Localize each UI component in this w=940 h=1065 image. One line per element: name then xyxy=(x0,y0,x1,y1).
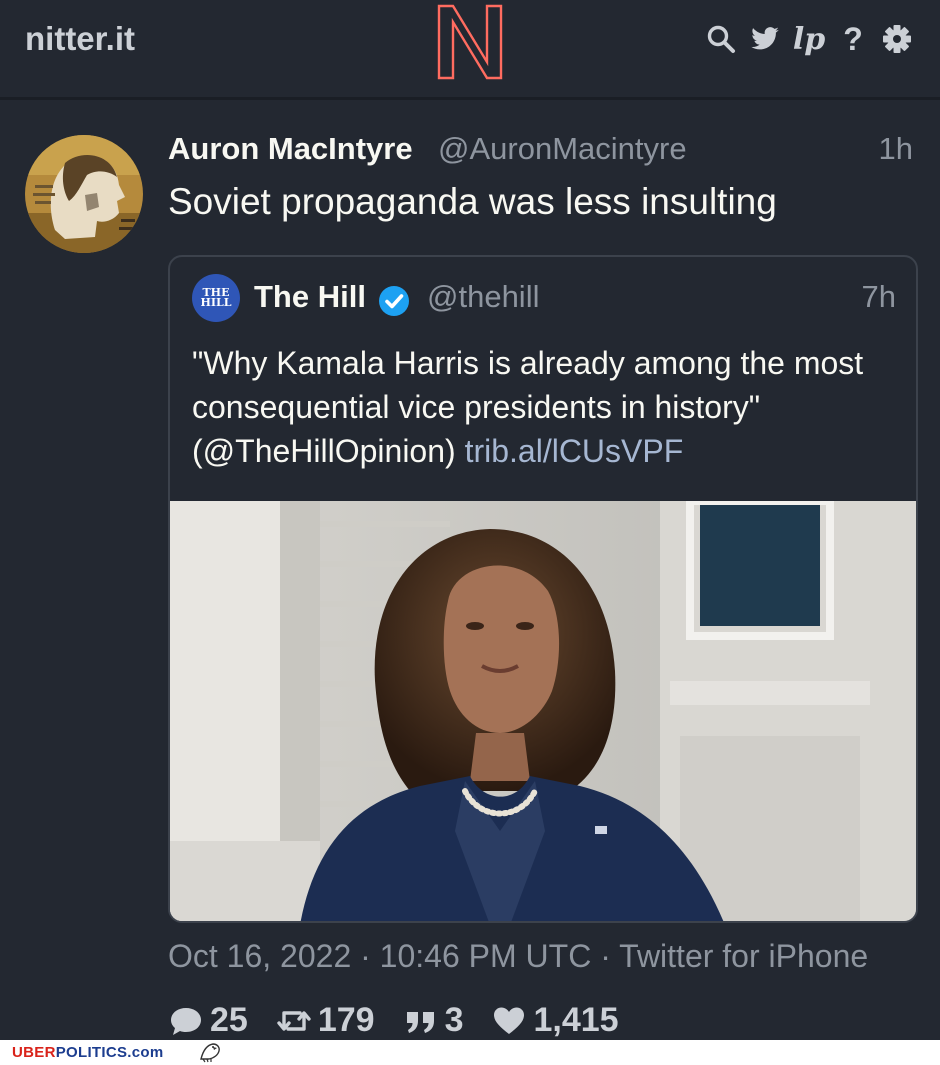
like-stat[interactable]: 1,415 xyxy=(491,1001,619,1040)
quote-fullname-link[interactable]: The Hill xyxy=(254,279,366,315)
quote-time-link[interactable]: 7h xyxy=(862,279,896,315)
quote-mention-link[interactable]: (@TheHillOpinion) xyxy=(192,433,456,469)
quote-count: 3 xyxy=(444,1001,464,1039)
tweet: Auron MacIntyre @AuronMacintyre 1h Sovie… xyxy=(0,103,940,1040)
username-link[interactable]: @AuronMacintyre xyxy=(438,131,687,167)
help-icon[interactable]: ? xyxy=(836,21,870,57)
nav-icons: lp ? xyxy=(704,21,914,57)
uberpolitics-brand: UBERPOLITICS.com xyxy=(12,1044,164,1061)
rss-lp-icon[interactable]: lp xyxy=(792,22,826,57)
fullname-link[interactable]: Auron MacIntyre xyxy=(168,131,413,167)
quote-username-link[interactable]: @thehill xyxy=(427,279,539,315)
quote-stat[interactable]: 3 xyxy=(403,1001,464,1040)
watermark-footer: UBERPOLITICS.com xyxy=(0,1040,940,1065)
tweet-date[interactable]: Oct 16, 2022 · 10:46 PM UTC · Twitter fo… xyxy=(168,938,868,975)
quote-url-link[interactable]: trib.al/lCUsVPF xyxy=(465,433,684,469)
quote-icon xyxy=(406,1011,434,1033)
verified-badge-icon xyxy=(379,286,409,316)
reply-count: 25 xyxy=(210,1001,248,1039)
search-icon[interactable] xyxy=(704,22,738,56)
tweet-time-link[interactable]: 1h xyxy=(879,131,913,167)
retweet-count: 179 xyxy=(317,1001,375,1039)
heart-icon xyxy=(494,1007,525,1034)
quote-avatar[interactable]: THE HILL xyxy=(192,274,240,322)
tweet-text: Soviet propaganda was less insulting xyxy=(168,181,777,222)
retweet-stat[interactable]: 179 xyxy=(276,1001,375,1040)
quote-text-main: "Why Kamala Harris is already among the … xyxy=(192,345,864,425)
like-count: 1,415 xyxy=(533,1001,619,1039)
navbar: nitter.it lp ? xyxy=(0,0,940,100)
eagle-logo-icon xyxy=(200,1043,220,1063)
quote-text: "Why Kamala Harris is already among the … xyxy=(192,341,912,473)
comment-icon xyxy=(171,1007,201,1035)
quote-media-image[interactable] xyxy=(170,497,916,921)
reply-stat[interactable]: 25 xyxy=(168,1001,248,1040)
retweet-icon xyxy=(277,1010,311,1031)
settings-gear-icon[interactable] xyxy=(880,22,914,56)
tweet-stats: 25 179 3 1,415 xyxy=(168,1001,647,1040)
twitter-bird-icon[interactable] xyxy=(748,22,782,56)
quote-tweet[interactable]: THE HILL The Hill @thehill 7h "Why Kamal… xyxy=(168,255,918,923)
avatar[interactable] xyxy=(25,135,143,253)
quote-avatar-text-line2: HILL xyxy=(200,296,232,309)
site-name-link[interactable]: nitter.it xyxy=(25,20,135,58)
tweet-header: Auron MacIntyre @AuronMacintyre 1h xyxy=(168,131,916,171)
nitter-logo-icon[interactable] xyxy=(435,2,505,82)
